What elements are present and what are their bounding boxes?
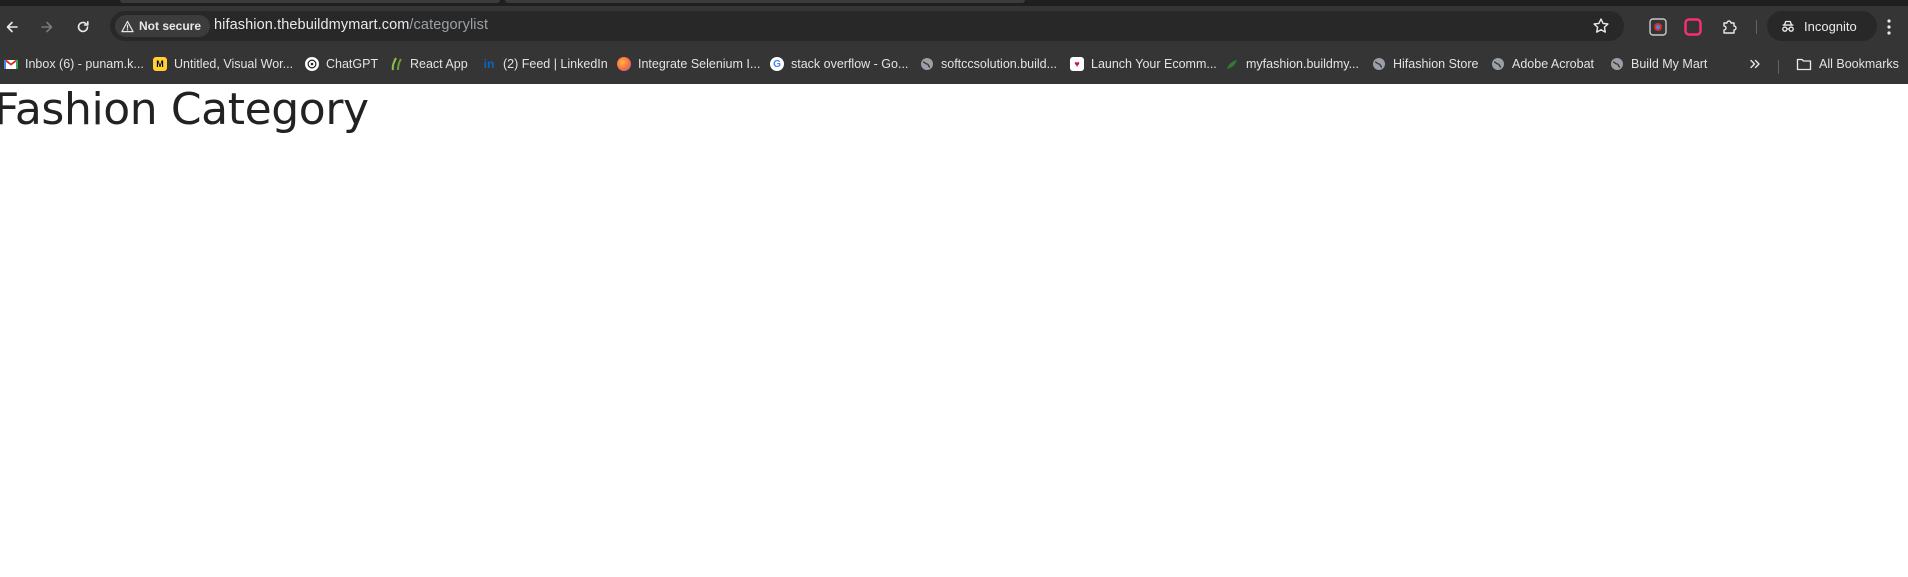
all-bookmarks-label: All Bookmarks [1819,57,1899,71]
incognito-label: Incognito [1804,18,1857,34]
bookmark-label: stack overflow - Go... [791,57,909,71]
bookmark-label: Inbox (6) - punam.k... [25,57,144,71]
globe-icon [1372,57,1386,71]
extensions-puzzle-icon[interactable] [1720,17,1740,37]
forward-button[interactable] [34,14,60,40]
bookmark-label: Integrate Selenium I... [638,57,761,71]
react-app-icon [389,57,403,71]
bookmark-item[interactable]: Integrate Selenium I... [617,53,760,75]
bookmark-label: Adobe Acrobat [1512,57,1595,71]
google-icon: G [770,57,784,71]
address-bar[interactable]: Not secure hifashion.thebuildmymart.com/… [110,11,1624,41]
chatgpt-icon [305,57,319,71]
page-title: Fashion Category [0,84,369,135]
tab-hint[interactable] [505,0,1025,3]
url-host: hifashion.thebuildmymart.com [214,17,410,33]
bookmark-label: softccsolution.build... [941,57,1058,71]
bookmark-item[interactable]: ChatGPT [305,53,378,75]
browser-toolbar: Not secure hifashion.thebuildmymart.com/… [0,6,1908,46]
url-path: /categorylist [409,17,489,33]
forward-arrow-icon [41,21,53,33]
globe-icon [1610,57,1624,71]
bookmark-item[interactable]: G stack overflow - Go... [770,53,908,75]
bookmark-label: Hifashion Store [1393,57,1479,71]
extension-scanner-icon[interactable] [1648,17,1668,37]
globe-icon [920,57,934,71]
bookmarks-bar: Inbox (6) - punam.k... M Untitled, Visua… [0,46,1908,84]
bookmark-item[interactable]: Inbox (6) - punam.k... [4,53,144,75]
folder-icon [1796,58,1812,71]
security-label: Not secure [139,19,202,33]
back-button[interactable] [0,14,25,40]
kebab-menu-icon [1887,19,1891,35]
warning-triangle-icon [121,20,134,32]
bookmark-label: Build My Mart [1631,57,1708,71]
reload-icon [77,21,89,33]
bookmark-label: myfashion.buildmy... [1246,57,1360,71]
incognito-icon [1782,20,1794,32]
browser-menu-button[interactable] [1878,17,1900,37]
browser-window: Not secure hifashion.thebuildmymart.com/… [0,0,1908,577]
bookmark-item[interactable]: Hifashion Store [1372,53,1478,75]
linkedin-icon: in [483,57,495,71]
toolbar-divider [1756,20,1757,34]
bookmark-star-icon[interactable] [1592,17,1610,35]
more-bookmarks-button[interactable] [1748,53,1762,75]
miro-icon: M [153,57,167,71]
firefox-icon [617,57,631,71]
bookmark-label: Launch Your Ecomm... [1091,57,1217,71]
bookmark-item[interactable]: in (2) Feed | LinkedIn [482,53,608,75]
url-text[interactable]: hifashion.thebuildmymart.com/categorylis… [214,17,488,33]
bookmarks-divider [1778,60,1779,74]
bookmark-item[interactable]: Adobe Acrobat [1491,53,1594,75]
store-icon: ♥ [1070,57,1084,71]
bookmark-item[interactable]: softccsolution.build... [920,53,1057,75]
globe-icon [1491,57,1505,71]
bookmark-item[interactable]: React App [389,53,468,75]
page-content: Fashion Category [0,84,1908,577]
gmail-icon [4,57,18,71]
incognito-indicator[interactable]: Incognito [1767,11,1877,41]
reload-button[interactable] [70,14,96,40]
tab-hint[interactable] [120,0,500,3]
extension-pink-square-icon[interactable] [1683,17,1703,37]
bookmark-label: (2) Feed | LinkedIn [503,57,608,71]
leaf-icon [1225,57,1239,71]
back-arrow-icon [6,21,18,33]
bookmark-label: Untitled, Visual Wor... [174,57,294,71]
bookmark-item[interactable]: ♥ Launch Your Ecomm... [1070,53,1217,75]
bookmark-item[interactable]: myfashion.buildmy... [1225,53,1359,75]
bookmark-item[interactable]: M Untitled, Visual Wor... [153,53,293,75]
bookmark-label: ChatGPT [326,57,379,71]
bookmark-item[interactable]: Build My Mart [1610,53,1707,75]
security-indicator[interactable]: Not secure [115,15,211,37]
double-chevron-right-icon [1750,59,1760,69]
all-bookmarks-button[interactable]: All Bookmarks [1796,53,1899,75]
bookmark-label: React App [410,57,468,71]
